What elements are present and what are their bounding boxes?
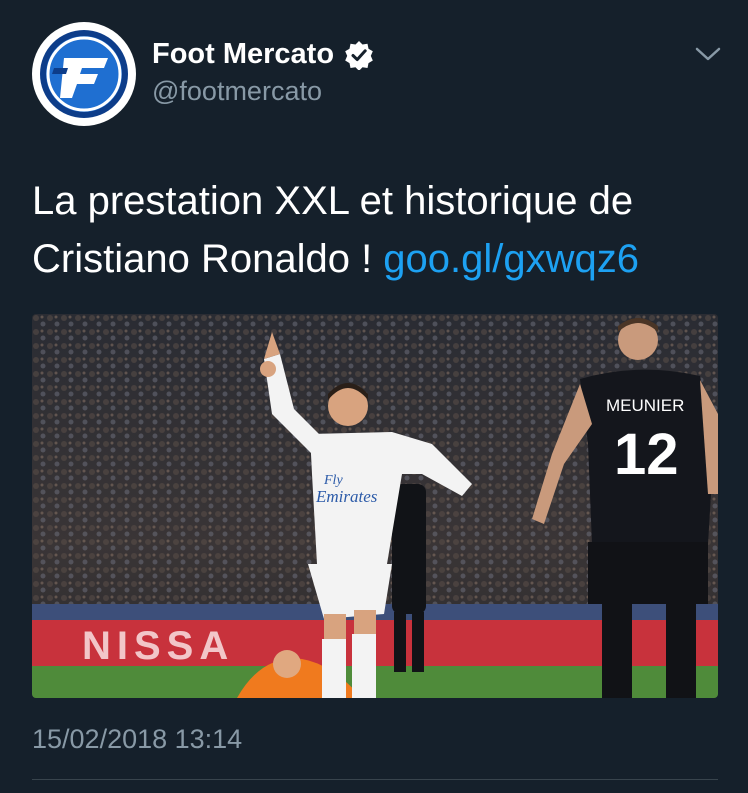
- tweet-timestamp[interactable]: 15/02/2018 13:14: [32, 724, 242, 755]
- author-handle[interactable]: @footmercato: [152, 76, 322, 107]
- sponsor-line-2: Emirates: [315, 487, 378, 506]
- sponsor-line-1: Fly: [323, 473, 343, 488]
- avatar[interactable]: [32, 22, 136, 126]
- tweet: Foot Mercato @footmercato La prestation …: [0, 0, 748, 793]
- shirt-number: 12: [614, 422, 679, 487]
- board-text: NISSA: [82, 624, 234, 668]
- verified-badge-icon: [345, 40, 373, 70]
- author-name[interactable]: Foot Mercato: [152, 38, 334, 71]
- tweet-media-photo[interactable]: NISSA Fly Emirates MEUNIER 12: [32, 314, 718, 698]
- foot-mercato-logo-icon: [40, 30, 128, 118]
- tweet-link[interactable]: goo.gl/gxwqz6: [383, 237, 639, 281]
- author-name-row[interactable]: Foot Mercato: [152, 38, 374, 71]
- shirt-name: MEUNIER: [606, 396, 684, 415]
- tweet-text: La prestation XXL et historique de Crist…: [32, 172, 722, 288]
- match-photo: NISSA Fly Emirates MEUNIER 12: [32, 314, 718, 698]
- divider: [32, 779, 718, 780]
- chevron-down-icon[interactable]: [694, 44, 722, 64]
